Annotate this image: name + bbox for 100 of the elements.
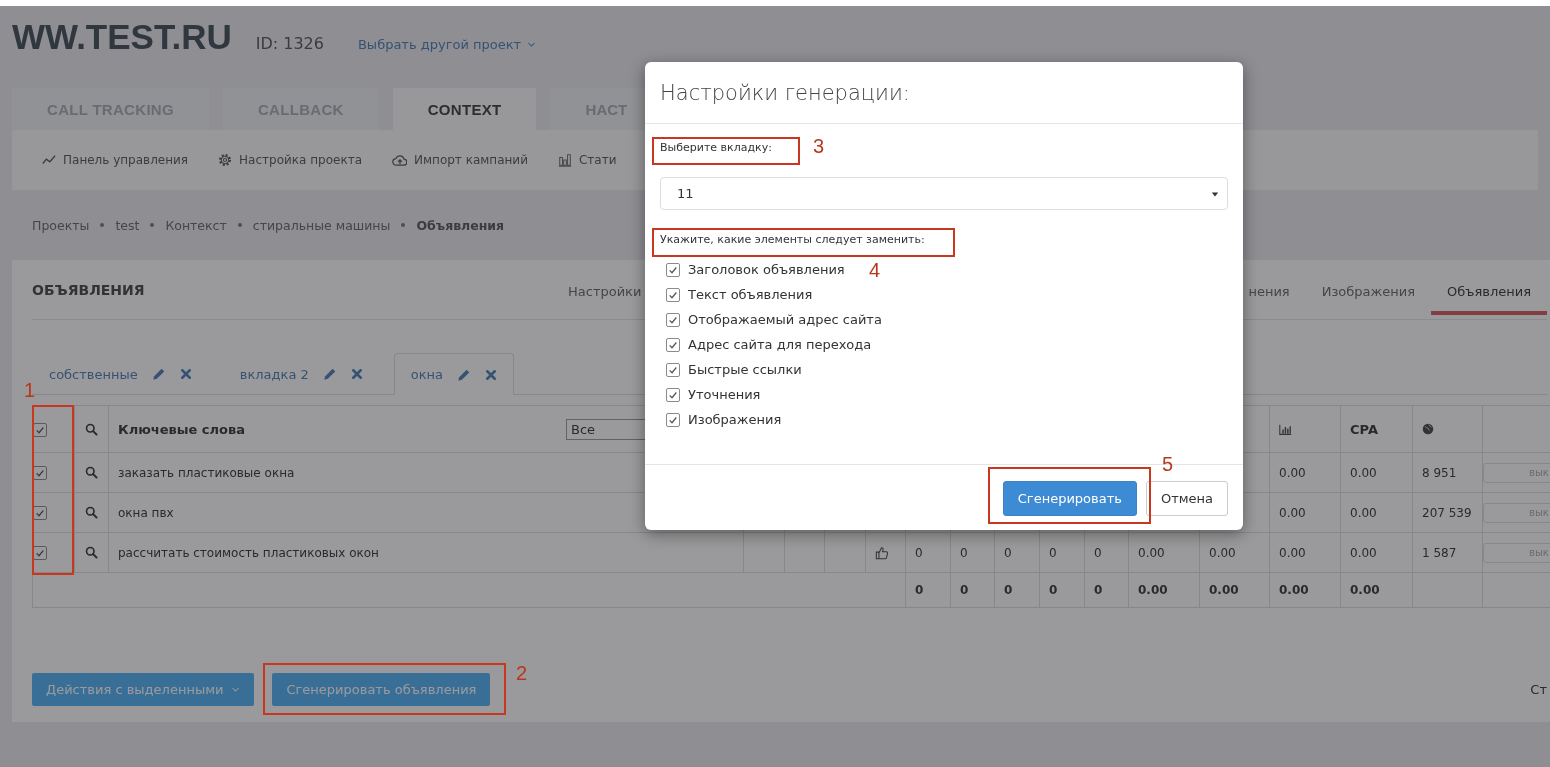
section-tab[interactable]: Изображения <box>1305 260 1431 315</box>
close-icon[interactable] <box>485 368 498 381</box>
pencil-icon[interactable] <box>322 367 337 381</box>
nav-link[interactable]: Стати <box>557 153 617 167</box>
pencil-icon[interactable] <box>151 367 166 381</box>
checkmark-icon <box>668 364 678 375</box>
table-cell: 0 <box>905 572 951 608</box>
checkmark-icon <box>668 414 678 425</box>
section-title: ОБЪЯВЛЕНИЯ <box>32 281 146 298</box>
table-cell: 0 <box>1039 532 1085 573</box>
checkbox[interactable] <box>666 312 680 327</box>
option-label: Адрес сайта для перехода <box>688 337 872 352</box>
checkmark-icon <box>35 424 45 435</box>
close-icon[interactable] <box>179 368 192 380</box>
checkbox[interactable] <box>666 362 680 377</box>
chevron-icon <box>231 685 241 694</box>
checkmark-icon <box>35 467 45 478</box>
option-label: Быстрые ссылки <box>688 362 802 377</box>
column-header: CPA <box>1340 405 1413 453</box>
section-tab[interactable]: Объявления <box>1431 260 1547 315</box>
table-cell: 0.00 <box>1340 572 1413 608</box>
cloud-upload-icon <box>392 152 407 168</box>
option-label: Уточнения <box>688 387 761 402</box>
gear-icon <box>218 153 233 167</box>
table-cell: 0.00 <box>1199 572 1270 608</box>
tab-label[interactable]: окна <box>410 367 444 382</box>
annotation-number: 5 <box>1162 454 1174 474</box>
checkbox[interactable] <box>666 412 680 427</box>
line-chart-icon <box>42 153 56 167</box>
table-cell: 0 <box>1084 532 1129 573</box>
tab-select[interactable]: 11 <box>660 177 1228 210</box>
table-cell: 0.00 <box>1269 452 1341 493</box>
checkmark-icon <box>668 339 678 350</box>
nav-link[interactable]: Импорт кампаний <box>392 152 528 168</box>
search-icon[interactable] <box>85 546 98 559</box>
table-cell: 0.00 <box>1340 492 1413 533</box>
breadcrumb-link[interactable]: Проекты <box>32 217 90 233</box>
breadcrumb-link[interactable]: Контекст <box>165 217 227 233</box>
table-cell: 0.00 <box>1199 532 1270 573</box>
checkmark-icon <box>668 389 678 400</box>
search-icon[interactable] <box>85 506 98 519</box>
table-cell: 0 <box>994 572 1040 608</box>
checkbox[interactable] <box>666 337 680 352</box>
field-label: Укажите, какие элементы следует заменить: <box>660 232 925 248</box>
ad-tab[interactable]: окна <box>393 353 515 395</box>
breadcrumb-link[interactable]: стиральные машины <box>252 217 391 233</box>
table-cell: 0.00 <box>1128 572 1200 608</box>
option-label: Заголовок объявления <box>688 262 845 277</box>
field-label: Выберите вкладку: <box>660 140 772 156</box>
option-label: Отображаемый адрес сайта <box>688 312 882 327</box>
option-label: Изображения <box>688 412 782 427</box>
bulk-actions-button[interactable]: Действия с выделенными <box>32 673 255 706</box>
chevron-icon <box>527 40 537 49</box>
checkbox[interactable] <box>666 262 680 277</box>
tab-label[interactable]: собственные <box>49 366 138 382</box>
search-icon[interactable] <box>85 422 98 436</box>
table-cell: 1 587 <box>1412 532 1483 573</box>
nav-tab[interactable]: CONTEXT <box>392 88 537 130</box>
pencil-icon[interactable] <box>457 367 472 382</box>
globe-icon <box>1422 423 1434 435</box>
dialog-title: Настройки генерации: <box>660 80 910 105</box>
checkmark-icon <box>668 289 678 300</box>
site-logo: WW.TEST.RU <box>12 16 232 58</box>
checkmark-icon <box>668 314 678 325</box>
ad-tab[interactable]: вкладка 2 <box>222 353 380 394</box>
option-label: Текст объявления <box>688 287 813 302</box>
search-icon[interactable] <box>85 466 98 479</box>
table-cell: 8 951 <box>1412 452 1483 493</box>
table-cell: 0 <box>1084 572 1129 608</box>
table-cell: 0 <box>950 532 995 573</box>
checkmark-icon <box>668 264 678 275</box>
tab-label[interactable]: вкладка 2 <box>239 366 309 382</box>
table-cell: рассчитать стоимость пластиковых окон <box>108 532 744 573</box>
column-header: Ключевые слова <box>118 421 246 437</box>
nav-link[interactable]: Панель управления <box>42 153 189 167</box>
project-id: ID: 1326 <box>255 34 324 53</box>
pagination-label: Ст <box>1530 682 1547 697</box>
nav-link[interactable]: Настройка проекта <box>218 153 362 167</box>
table-cell: 0.00 <box>1269 492 1341 533</box>
table-cell: 0 <box>905 532 951 573</box>
table-cell: 0.00 <box>1128 532 1200 573</box>
generate-button[interactable]: Сгенерировать <box>1002 481 1137 516</box>
annotation-number: 4 <box>869 260 881 280</box>
generate-ads-button[interactable]: Сгенерировать объявления <box>272 673 491 706</box>
annotation-number: 2 <box>516 663 528 683</box>
checkbox[interactable] <box>666 387 680 402</box>
annotation-number: 3 <box>813 136 825 156</box>
table-cell: 207 539 <box>1412 492 1483 533</box>
caret-icon[interactable] <box>1211 189 1219 198</box>
project-switch-link[interactable]: Выбрать другой проект <box>357 37 537 52</box>
checkmark-icon <box>35 547 45 558</box>
bar-chart-icon <box>557 153 572 167</box>
breadcrumb-link[interactable]: test <box>115 217 140 233</box>
checkbox[interactable] <box>666 287 680 302</box>
table-cell: 0 <box>1039 572 1085 608</box>
breadcrumb-current: Объявления <box>416 217 505 233</box>
table-cell: 0.00 <box>1269 572 1341 608</box>
bar-chart-icon <box>1279 422 1292 436</box>
close-icon[interactable] <box>350 368 363 380</box>
table-cell: 0 <box>994 532 1040 573</box>
